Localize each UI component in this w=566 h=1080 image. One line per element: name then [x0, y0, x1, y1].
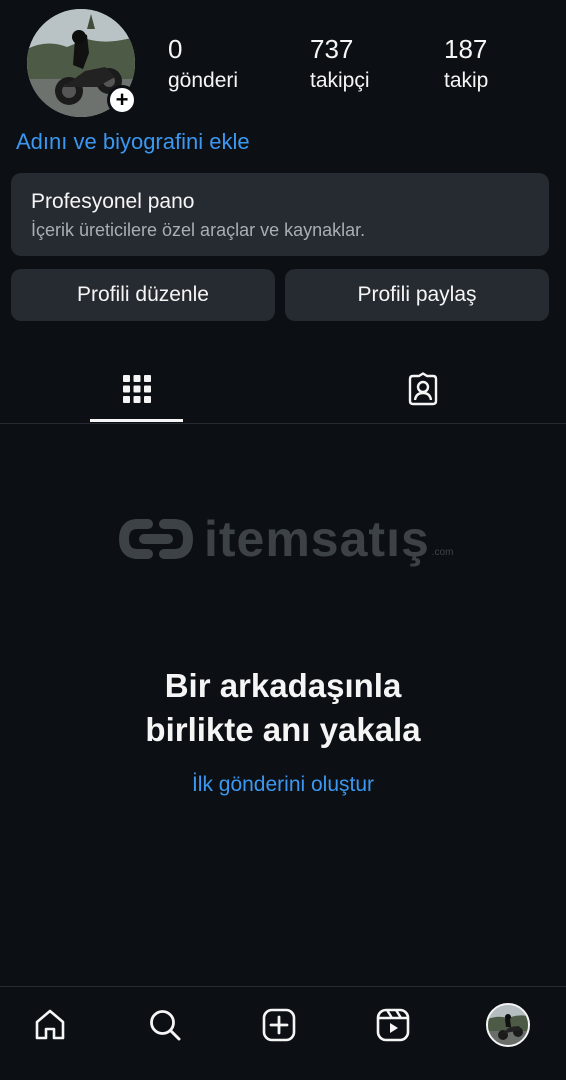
nav-profile[interactable]: [486, 1003, 530, 1047]
profile-avatar-icon: [486, 1003, 530, 1047]
create-first-post-link[interactable]: İlk gönderini oluştur: [0, 773, 566, 797]
profile-page: + 0 gönderi 737 takipçi 187 takip Adını …: [0, 0, 566, 1080]
active-tab-indicator: [90, 419, 183, 422]
nav-reels[interactable]: [371, 1003, 415, 1047]
dashboard-subtitle: İçerik üreticilere özel araçlar ve kayna…: [31, 220, 366, 240]
add-bio-link[interactable]: Adını ve biyografini ekle: [16, 128, 250, 156]
edit-profile-button[interactable]: Profili düzenle: [11, 269, 275, 321]
watermark-logo-icon: [118, 519, 194, 559]
create-icon: [262, 1008, 296, 1042]
posts-count: 0: [168, 34, 183, 64]
profile-avatar-container[interactable]: +: [27, 9, 137, 117]
tab-tagged[interactable]: [376, 360, 469, 424]
tab-posts-grid[interactable]: [90, 360, 183, 424]
add-story-plus-icon[interactable]: +: [107, 85, 137, 115]
posts-label: gönderi: [168, 69, 239, 92]
following-count: 187: [444, 34, 488, 64]
profile-tabs: [0, 360, 566, 424]
nav-search[interactable]: [143, 1003, 187, 1047]
home-icon: [35, 1009, 65, 1040]
followers-count: 737: [310, 34, 354, 64]
nav-create[interactable]: [257, 1003, 301, 1047]
followers-label: takipçi: [310, 69, 370, 92]
nav-home[interactable]: [28, 1003, 72, 1047]
tagged-icon: [408, 372, 437, 406]
empty-state-title: Bir arkadaşınla birlikte anı yakala: [0, 664, 566, 752]
empty-state-title-line2: birlikte anı yakala: [145, 711, 421, 748]
professional-dashboard-card[interactable]: Profesyonel pano İçerik üreticilere özel…: [11, 173, 549, 256]
search-icon: [150, 1010, 181, 1041]
followers-stat[interactable]: 737 takipçi: [310, 34, 370, 93]
bottom-navigation: [0, 986, 566, 1080]
empty-state-title-line1: Bir arkadaşınla: [164, 667, 402, 704]
watermark-suffix: .com: [431, 547, 454, 558]
following-label: takip: [444, 69, 489, 92]
share-profile-button[interactable]: Profili paylaş: [285, 269, 549, 321]
motorcycle-photo-small: [488, 1005, 528, 1045]
grid-icon: [122, 375, 151, 403]
following-stat[interactable]: 187 takip: [444, 34, 488, 93]
posts-stat[interactable]: 0 gönderi: [168, 34, 238, 93]
reels-icon: [376, 1008, 410, 1042]
dashboard-title: Profesyonel pano: [31, 190, 195, 213]
watermark: itemsatış .com: [118, 510, 453, 568]
watermark-text: itemsatış: [204, 511, 430, 567]
